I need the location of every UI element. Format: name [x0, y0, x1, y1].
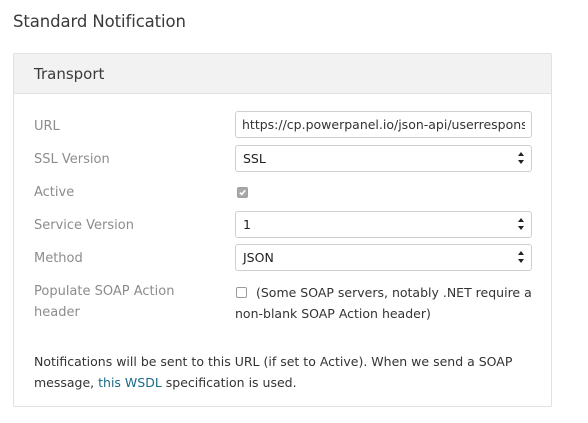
ssl-version-value: SSL — [243, 151, 266, 166]
page-title: Standard Notification — [13, 12, 186, 31]
wsdl-link[interactable]: this WSDL — [98, 375, 162, 390]
service-version-label: Service Version — [34, 218, 134, 233]
ssl-version-select[interactable]: SSL — [235, 145, 532, 172]
panel-title: Transport — [34, 65, 105, 83]
active-checkbox[interactable] — [237, 187, 248, 198]
url-label: URL — [34, 119, 60, 134]
active-label: Active — [34, 185, 75, 200]
method-select[interactable]: JSON — [235, 244, 532, 271]
populate-soap-label-line1: Populate SOAP Action — [34, 284, 175, 299]
transport-panel: Transport URL SSL Version SSL Active Ser… — [13, 53, 552, 407]
service-version-select[interactable]: 1 — [235, 211, 532, 238]
panel-header: Transport — [14, 54, 551, 94]
soap-note-line1: (Some SOAP servers, notably .NET require… — [256, 285, 532, 300]
service-version-value: 1 — [243, 217, 251, 232]
footer-text-after: specification is used. — [161, 375, 297, 390]
populate-soap-label-line2: header — [34, 305, 80, 320]
url-input[interactable] — [235, 111, 532, 138]
method-value: JSON — [243, 250, 274, 265]
select-arrows-icon — [518, 251, 524, 263]
method-label: Method — [34, 251, 83, 266]
populate-soap-label: Populate SOAP Action header — [34, 281, 174, 323]
select-arrows-icon — [518, 152, 524, 164]
footer-note: Notifications will be sent to this URL (… — [34, 351, 534, 393]
soap-note-line2: non-blank SOAP Action header) — [235, 306, 431, 321]
select-arrows-icon — [518, 218, 524, 230]
populate-soap-note: (Some SOAP servers, notably .NET require… — [235, 282, 535, 324]
check-icon — [239, 189, 246, 196]
ssl-version-label: SSL Version — [34, 152, 110, 167]
